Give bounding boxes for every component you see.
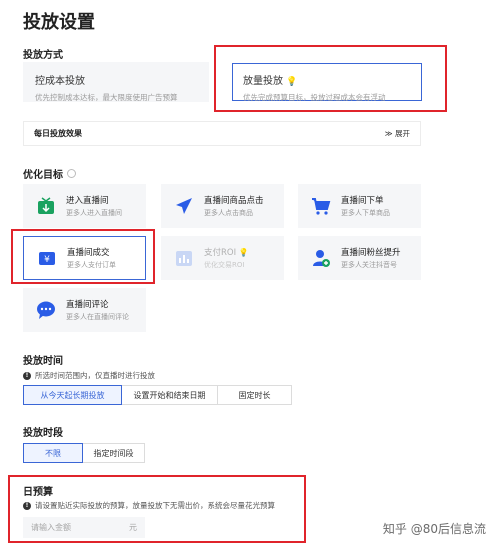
daily-effect-bar[interactable]: 每日投放效果 ≫ 展开 (23, 121, 421, 146)
cart-icon (310, 195, 332, 217)
lightbulb-icon: 💡 (286, 77, 298, 87)
goal-fan-growth[interactable]: 直播间粉丝提升 更多人关注抖音号 (298, 236, 421, 280)
goal-enter-live-room[interactable]: 进入直播间更多人进入直播间 (23, 184, 146, 228)
user-add-icon (310, 247, 332, 269)
goal-desc: 更多人进入直播间 (66, 209, 122, 217)
goal-name: 进入直播间 (66, 196, 109, 206)
goal-name: 直播间粉丝提升 (341, 248, 401, 258)
wallet-icon: ¥ (36, 247, 58, 269)
delivery-mode-heading: 投放方式 (23, 50, 63, 61)
info-icon: ! (23, 371, 31, 380)
period-heading: 投放时段 (23, 428, 63, 439)
svg-text:¥: ¥ (44, 255, 50, 265)
budget-heading: 日预算 (23, 487, 53, 498)
goal-heading: 优化目标 (23, 170, 63, 181)
option-name: 放量投放 (243, 76, 283, 87)
goal-desc: 优化交易ROI (204, 261, 245, 269)
chevron-down-icon: ≫ (384, 129, 393, 138)
tv-icon (35, 195, 57, 217)
time-note: ! 所选时间范围内，仅直播时进行投放 (23, 370, 155, 381)
goal-name: 直播间评论 (66, 300, 109, 310)
goal-desc: 更多人点击商品 (204, 209, 253, 217)
budget-placeholder: 请输入金额 (31, 523, 71, 532)
chart-icon (173, 247, 195, 269)
time-option-long-term[interactable]: 从今天起长期投放 (23, 385, 122, 405)
goal-pay-roi: 支付ROI 💡 优化交易ROI (161, 236, 284, 280)
goal-desc: 更多人关注抖音号 (341, 261, 397, 269)
period-segmented: 不限 指定时间段 (23, 443, 145, 463)
period-option-custom[interactable]: 指定时间段 (83, 443, 145, 463)
option-desc: 优先完成预算目标，投放过程成本会有浮动 (243, 93, 386, 102)
cost-control-option[interactable]: 控成本投放 优先控制成本达标，最大限度使用广告预算 (23, 62, 209, 102)
page-title: 投放设置 (23, 12, 95, 33)
time-segmented: 从今天起长期投放 设置开始和结束日期 固定时长 (23, 385, 292, 405)
goal-name: 直播间成交 (67, 248, 110, 258)
lightbulb-icon: 💡 (238, 248, 249, 257)
time-option-date-range[interactable]: 设置开始和结束日期 (122, 385, 218, 405)
goal-desc: 更多人支付订单 (67, 261, 116, 269)
option-desc: 优先控制成本达标，最大限度使用广告预算 (35, 93, 178, 102)
info-icon: ! (23, 501, 31, 510)
option-name: 控成本投放 (35, 76, 85, 87)
goal-desc: 更多人下单商品 (341, 209, 390, 217)
volume-delivery-option[interactable]: 放量投放 💡 优先完成预算目标，投放过程成本会有浮动 (232, 63, 422, 102)
goal-product-click[interactable]: 直播间商品点击 更多人点击商品 (161, 184, 284, 228)
goal-heading-row: 优化目标 (23, 166, 76, 181)
goal-name: 直播间商品点击 (204, 196, 264, 206)
time-option-fixed-duration[interactable]: 固定时长 (218, 385, 292, 405)
budget-note: ! 请设置贴近实际投放的预算，放量投放下无需出价，系统会尽量花光预算 (23, 500, 275, 511)
goal-place-order[interactable]: 直播间下单更多人下单商品 (298, 184, 421, 228)
goal-name: 直播间下单 (341, 196, 384, 206)
budget-unit: 元 (129, 523, 137, 532)
expand-toggle[interactable]: ≫ 展开 (385, 128, 410, 139)
goal-desc: 更多人在直播间评论 (66, 313, 129, 321)
watermark: 知乎 @80后信息流 (382, 522, 486, 536)
goal-transaction[interactable]: ¥ 直播间成交更多人支付订单 (23, 236, 146, 280)
goal-comment[interactable]: 直播间评论更多人在直播间评论 (23, 288, 146, 332)
goal-name: 支付ROI (204, 248, 237, 258)
period-option-unlimited[interactable]: 不限 (23, 443, 83, 463)
time-heading: 投放时间 (23, 356, 63, 367)
budget-input[interactable]: 请输入金额 元 (23, 517, 145, 538)
send-icon (173, 195, 195, 217)
help-icon[interactable] (67, 169, 76, 178)
daily-effect-label: 每日投放效果 (34, 129, 82, 138)
chat-icon (35, 299, 57, 321)
